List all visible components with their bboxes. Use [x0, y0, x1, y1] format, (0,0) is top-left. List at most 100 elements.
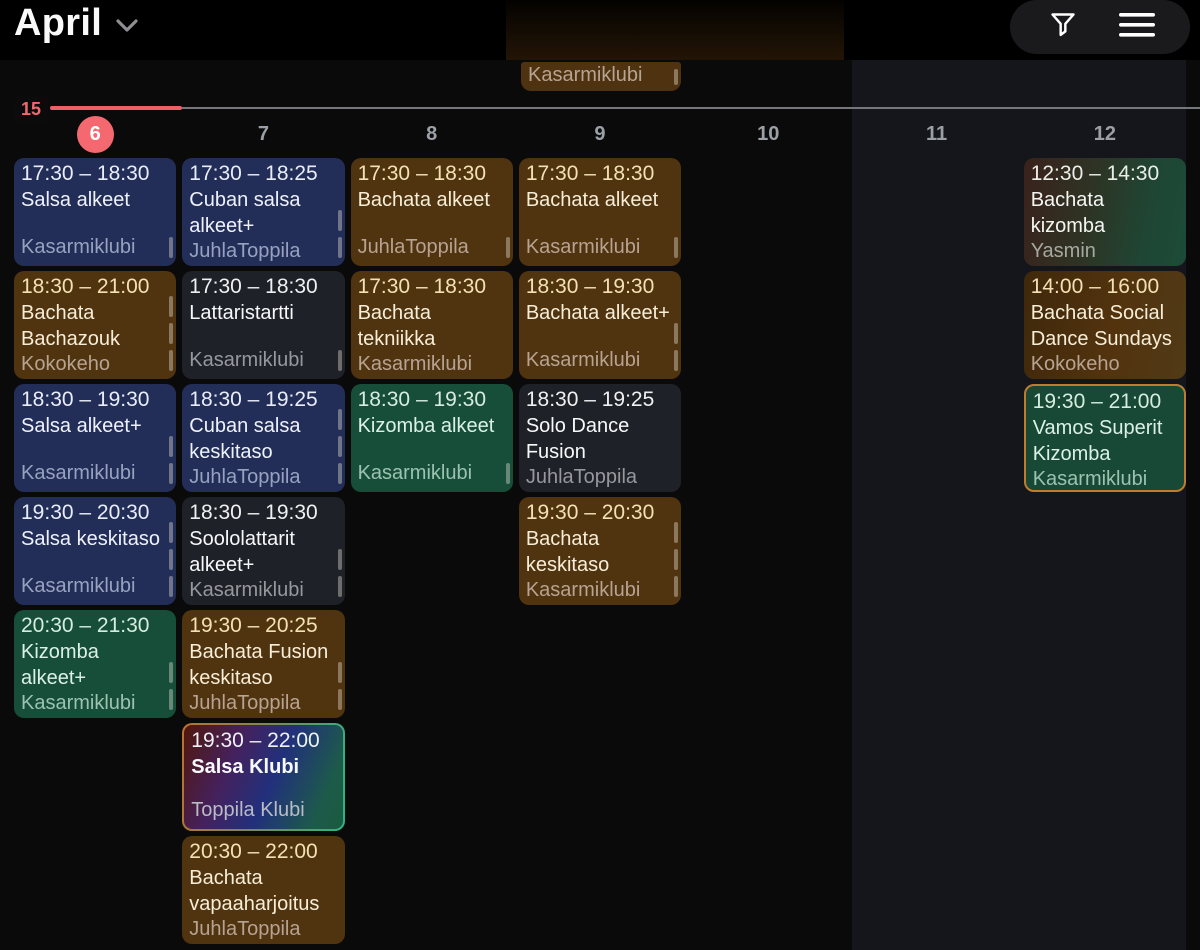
day-column-12: 12:30 – 14:30Bachata kizombaYasmin14:00 … — [1024, 158, 1186, 492]
event-card[interactable]: 19:30 – 20:30Bachata keskitasoKasarmiklu… — [519, 497, 681, 605]
event-location: JuhlaToppila — [189, 917, 334, 942]
event-location: Kasarmiklubi — [526, 235, 671, 260]
event-title: Cuban salsa keskitaso — [189, 413, 334, 465]
event-location: Kasarmiklubi — [21, 574, 166, 599]
event-card[interactable]: 18:30 – 21:00Bachata BachazoukKokokeho — [14, 271, 176, 379]
event-line-tick — [674, 549, 678, 570]
event-card[interactable]: 18:30 – 19:30Soololattarit alkeet+Kasarm… — [182, 497, 344, 605]
event-title: Lattaristartti — [189, 300, 334, 326]
event-title: Bachata Bachazouk — [21, 300, 166, 352]
event-line-tick — [169, 689, 173, 710]
day-header-7[interactable]: 7 — [182, 112, 344, 156]
month-dropdown[interactable]: April — [14, 2, 138, 45]
event-card[interactable]: 17:30 – 18:30Bachata tekniikkaKasarmiklu… — [351, 271, 513, 379]
event-location: Yasmin — [1031, 239, 1176, 264]
event-card[interactable]: 17:30 – 18:30Salsa alkeetKasarmiklubi — [14, 158, 176, 266]
event-title: Bachata alkeet+ — [526, 300, 671, 326]
event-title: Bachata keskitaso — [526, 526, 671, 578]
event-card[interactable]: 17:30 – 18:25Cuban salsa alkeet+JuhlaTop… — [182, 158, 344, 266]
event-line-tick — [674, 237, 678, 258]
event-time: 18:30 – 19:30 — [21, 386, 166, 413]
event-location: JuhlaToppila — [189, 239, 334, 264]
chevron-down-icon — [116, 19, 138, 37]
event-title: Cuban salsa alkeet+ — [189, 187, 334, 239]
event-location: Kokokeho — [1031, 352, 1176, 377]
event-line-tick — [169, 350, 173, 371]
day-header-11[interactable]: 11 — [855, 112, 1017, 156]
event-title: Bachata Social Dance Sundays — [1031, 300, 1176, 352]
event-line-tick — [338, 210, 342, 231]
event-line-tick — [674, 323, 678, 344]
day-column-11 — [855, 158, 1017, 168]
day-column-6: 17:30 – 18:30Salsa alkeetKasarmiklubi18:… — [14, 158, 176, 718]
event-line-tick — [338, 350, 342, 371]
filter-button[interactable] — [1041, 5, 1085, 49]
day-column-9: 17:30 – 18:30Bachata alkeetKasarmiklubi1… — [519, 158, 681, 605]
day-header-10[interactable]: 10 — [687, 112, 849, 156]
event-card[interactable]: 20:30 – 22:00Bachata vapaaharjoitusJuhla… — [182, 836, 344, 944]
event-title: Kizomba alkeet — [358, 413, 503, 439]
event-card[interactable]: 12:30 – 14:30Bachata kizombaYasmin — [1024, 158, 1186, 266]
event-title: Bachata Fusion keskitaso — [189, 639, 334, 691]
menu-button[interactable] — [1115, 5, 1159, 49]
event-location: Kasarmiklubi — [526, 578, 671, 603]
event-time: 19:30 – 20:25 — [189, 612, 334, 639]
day-header-6[interactable]: 6 — [14, 112, 176, 156]
event-card[interactable]: 17:30 – 18:30Bachata alkeetKasarmiklubi — [519, 158, 681, 266]
event-location: Kokokeho — [21, 352, 166, 377]
event-card[interactable]: 17:30 – 18:30Bachata alkeetJuhlaToppila — [351, 158, 513, 266]
day-header-12[interactable]: 12 — [1024, 112, 1186, 156]
event-location: Kasarmiklubi — [528, 63, 642, 88]
event-card[interactable]: 18:30 – 19:25Solo Dance FusionJuhlaToppi… — [519, 384, 681, 492]
event-time: 18:30 – 19:25 — [189, 386, 334, 413]
event-time: 18:30 – 19:30 — [526, 273, 671, 300]
event-line-tick — [169, 522, 173, 543]
event-time: 18:30 – 19:30 — [358, 386, 503, 413]
event-location: Kasarmiklubi — [1033, 467, 1174, 492]
filter-icon — [1049, 11, 1077, 44]
event-location: JuhlaToppila — [526, 465, 671, 490]
week-grid: 17:30 – 18:30Salsa alkeetKasarmiklubi18:… — [14, 158, 1186, 944]
week-separator-line — [182, 107, 1200, 109]
event-title: Bachata tekniikka — [358, 300, 503, 352]
today-badge: 6 — [77, 116, 114, 153]
event-title: Bachata alkeet — [358, 187, 503, 213]
event-time: 18:30 – 19:30 — [189, 499, 334, 526]
event-card[interactable]: 18:30 – 19:30Salsa alkeet+Kasarmiklubi — [14, 384, 176, 492]
event-card[interactable]: 19:30 – 20:30Salsa keskitasoKasarmiklubi — [14, 497, 176, 605]
event-time: 12:30 – 14:30 — [1031, 160, 1176, 187]
day-header-9[interactable]: 9 — [519, 112, 681, 156]
event-time: 17:30 – 18:30 — [21, 160, 166, 187]
event-location: JuhlaToppila — [189, 465, 334, 490]
event-location: JuhlaToppila — [358, 235, 503, 260]
event-time: 19:30 – 21:00 — [1033, 388, 1174, 415]
event-line-tick — [338, 237, 342, 258]
event-time: 19:30 – 22:00 — [191, 727, 332, 754]
event-card[interactable]: 17:30 – 18:30LattaristarttiKasarmiklubi — [182, 271, 344, 379]
event-time: 17:30 – 18:30 — [358, 273, 503, 300]
event-title: Bachata vapaaharjoitus — [189, 865, 334, 917]
event-time: 20:30 – 22:00 — [189, 838, 334, 865]
event-title: Bachata kizomba — [1031, 187, 1176, 239]
event-card[interactable]: 18:30 – 19:30Kizomba alkeetKasarmiklubi — [351, 384, 513, 492]
event-card[interactable]: 18:30 – 19:25Cuban salsa keskitasoJuhlaT… — [182, 384, 344, 492]
event-card[interactable]: 19:30 – 20:25Bachata Fusion keskitasoJuh… — [182, 610, 344, 718]
current-week-indicator-line — [50, 106, 182, 110]
event-card[interactable]: 20:30 – 21:30Kizomba alkeet+Kasarmiklubi — [14, 610, 176, 718]
event-time: 18:30 – 19:25 — [526, 386, 671, 413]
event-card[interactable]: 19:30 – 22:00Salsa KlubiToppila Klubi — [182, 723, 344, 831]
event-card[interactable]: 19:30 – 21:00Vamos Superit KizombaKasarm… — [1024, 384, 1186, 492]
event-card[interactable]: 14:00 – 16:00Bachata Social Dance Sunday… — [1024, 271, 1186, 379]
month-title: April — [14, 2, 102, 45]
event-line-tick — [169, 662, 173, 683]
event-card[interactable]: 18:30 – 19:30Bachata alkeet+Kasarmiklubi — [519, 271, 681, 379]
event-title: Salsa alkeet+ — [21, 413, 166, 439]
event-time: 20:30 – 21:30 — [21, 612, 166, 639]
day-column-8: 17:30 – 18:30 Bachata alkeet JuhlaToppila 1… — [351, 158, 513, 492]
event-location: Kasarmiklubi — [21, 691, 166, 716]
event-title: Soololattarit alkeet+ — [189, 526, 334, 578]
day-header-8[interactable]: 8 — [351, 112, 513, 156]
event-time: 17:30 – 18:30 — [189, 273, 334, 300]
event-card-overflow[interactable]: Kasarmiklubi — [521, 62, 681, 91]
event-title: Kizomba alkeet+ — [21, 639, 166, 691]
